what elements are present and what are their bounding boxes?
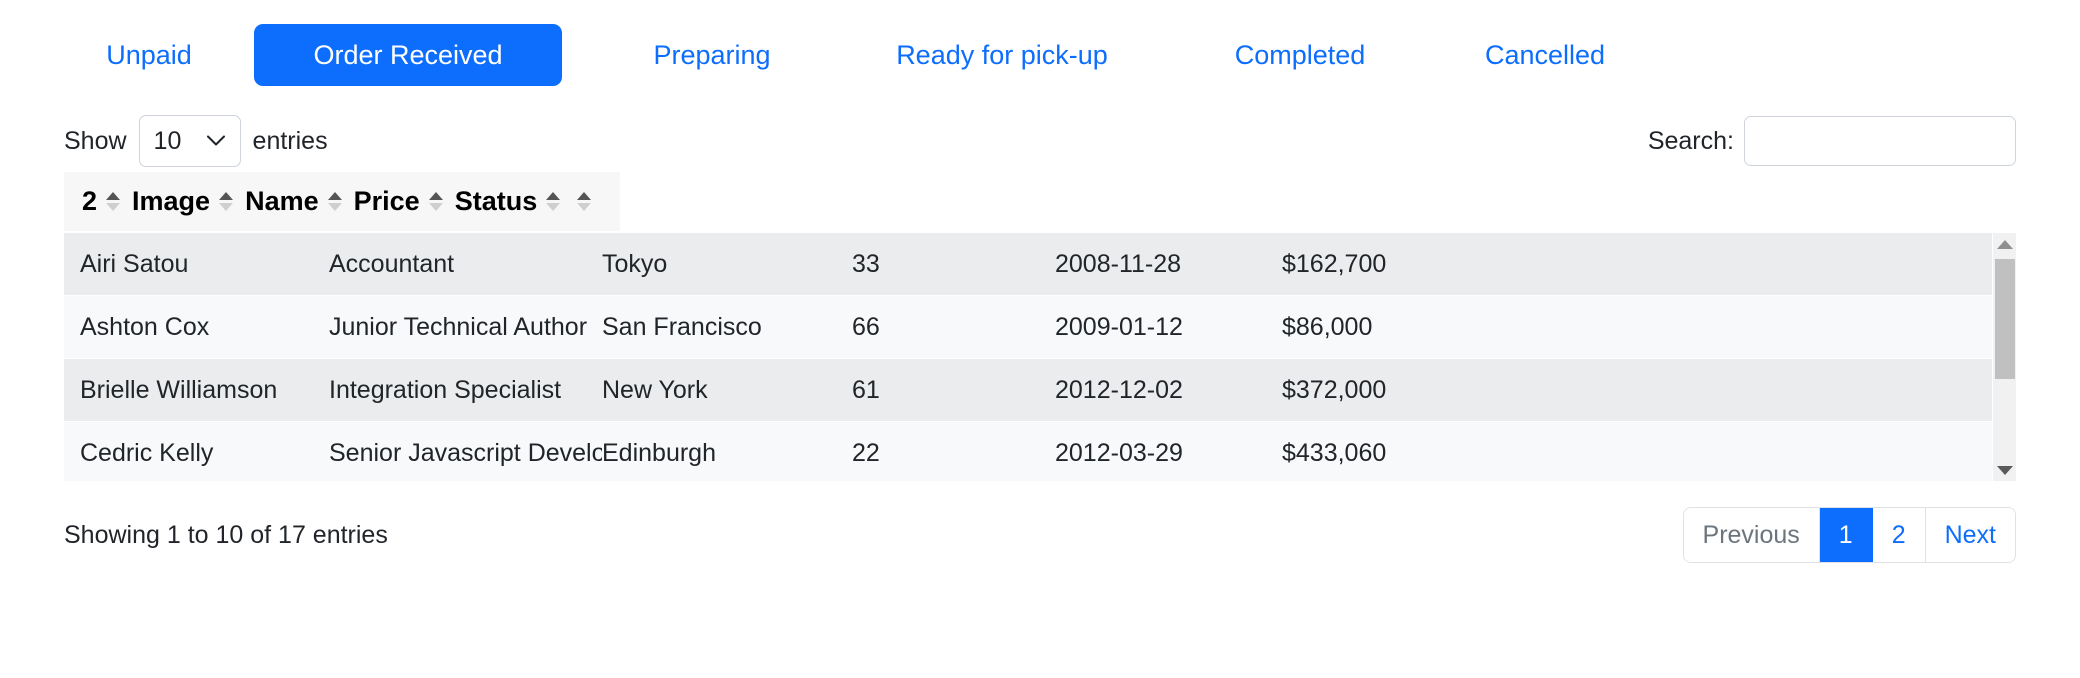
cell-name: Ashton Cox xyxy=(80,312,210,341)
pagination: Previous 1 2 Next xyxy=(1682,507,2016,563)
cell-name: Airi Satou xyxy=(80,249,189,278)
cell-office: Tokyo xyxy=(602,249,668,278)
cell-salary: $372,000 xyxy=(1282,375,1387,404)
cell-name: Cedric Kelly xyxy=(80,438,214,467)
column-header-label: Image xyxy=(132,186,211,216)
cell-position: Accountant xyxy=(329,249,455,278)
cell-age: 66 xyxy=(852,312,880,341)
cell-name: Brielle Williamson xyxy=(80,375,278,404)
status-tab-bar: Unpaid Order Received Preparing Ready fo… xyxy=(0,0,2080,110)
table-body-scroll-container[interactable]: Airi Satou Accountant Tokyo 33 2008-11-28 $16… xyxy=(64,233,2016,481)
cell-age: 61 xyxy=(852,375,880,404)
vertical-scrollbar[interactable] xyxy=(1992,233,2016,481)
sort-arrows-icon[interactable] xyxy=(428,192,443,211)
table-header-row: 2 Image Name Price Status xyxy=(76,186,602,217)
pagination-button-1[interactable]: 1 xyxy=(1819,508,1873,562)
sort-arrows-icon[interactable] xyxy=(327,192,342,211)
column-header-actions[interactable] xyxy=(566,192,602,211)
table-controls: Show 102550100 entries Search: xyxy=(0,110,2080,172)
scrollbar-thumb[interactable] xyxy=(1995,259,2015,379)
column-header-status[interactable]: Status xyxy=(449,186,567,217)
scroll-down-arrow-icon[interactable] xyxy=(1993,459,2016,481)
table-body: Airi Satou Accountant Tokyo 33 2008-11-28 $16… xyxy=(64,233,1992,481)
page-length-control: Show 102550100 entries xyxy=(64,115,328,167)
column-header-label: Name xyxy=(245,186,319,216)
table-row[interactable]: Brielle Williamson Integration Specialist… xyxy=(64,359,1992,422)
page-length-select-wrap: 102550100 xyxy=(138,115,241,167)
tab-cancelled[interactable]: Cancelled xyxy=(1445,26,1645,84)
cell-position: Senior Javascript Developer xyxy=(329,438,602,467)
cell-position: Junior Technical Author xyxy=(329,312,588,341)
cell-start-date: 2012-03-29 xyxy=(1055,438,1183,467)
sort-arrows-icon[interactable] xyxy=(106,192,121,211)
tab-completed[interactable]: Completed xyxy=(1195,26,1405,84)
search-input[interactable] xyxy=(1744,116,2016,166)
data-table: 2 Image Name Price Status Airi Satou Accounta… xyxy=(0,172,2080,481)
cell-start-date: 2009-01-12 xyxy=(1055,312,1183,341)
cell-age: 22 xyxy=(852,438,880,467)
table-row[interactable]: Airi Satou Accountant Tokyo 33 2008-11-28 $16… xyxy=(64,233,1992,296)
column-header-label: Status xyxy=(454,186,538,216)
table-header: 2 Image Name Price Status xyxy=(64,172,621,231)
show-label: Show xyxy=(64,126,127,155)
column-header-image[interactable]: Image xyxy=(126,186,239,217)
cell-position: Integration Specialist xyxy=(329,375,562,404)
sort-arrows-icon[interactable] xyxy=(546,192,561,211)
cell-salary: $86,000 xyxy=(1282,312,1373,341)
column-header-name[interactable]: Name xyxy=(239,186,348,217)
cell-salary: $162,700 xyxy=(1282,249,1387,278)
column-header-2[interactable]: 2 xyxy=(76,186,126,217)
pagination-button-previous: Previous xyxy=(1683,508,1820,562)
sort-arrows-icon[interactable] xyxy=(577,192,592,211)
pagination-button-2[interactable]: 2 xyxy=(1872,508,1926,562)
table-row[interactable]: Ashton Cox Junior Technical Author San Fra… xyxy=(64,296,1992,359)
search-label: Search: xyxy=(1647,126,1734,155)
cell-start-date: 2008-11-28 xyxy=(1055,249,1182,278)
table-footer: Showing 1 to 10 of 17 entries Previous 1 2… xyxy=(0,481,2080,589)
tab-unpaid[interactable]: Unpaid xyxy=(64,26,234,84)
cell-salary: $433,060 xyxy=(1282,438,1387,467)
search-control: Search: xyxy=(1648,116,2016,166)
page-length-select[interactable]: 102550100 xyxy=(138,115,241,167)
tab-ready-for-pick-up[interactable]: Ready for pick-up xyxy=(857,26,1147,84)
pagination-button-next[interactable]: Next xyxy=(1925,508,2015,562)
cell-office: Edinburgh xyxy=(602,438,716,467)
sort-arrows-icon[interactable] xyxy=(219,192,234,211)
tab-preparing[interactable]: Preparing xyxy=(612,26,812,84)
scroll-up-arrow-icon[interactable] xyxy=(1993,233,2016,255)
table-row[interactable]: Cedric Kelly Senior Javascript DeveloperE… xyxy=(64,422,1992,481)
column-header-label: Price xyxy=(353,186,420,216)
cell-office: San Francisco xyxy=(602,312,762,341)
column-header-label: 2 xyxy=(82,186,98,216)
entries-info: Showing 1 to 10 of 17 entries xyxy=(64,520,388,549)
column-header-price[interactable]: Price xyxy=(348,186,449,217)
cell-start-date: 2012-12-02 xyxy=(1055,375,1183,404)
entries-label: entries xyxy=(252,126,328,155)
cell-age: 33 xyxy=(852,249,880,278)
tab-order-received[interactable]: Order Received xyxy=(254,24,562,86)
cell-office: New York xyxy=(602,375,708,404)
